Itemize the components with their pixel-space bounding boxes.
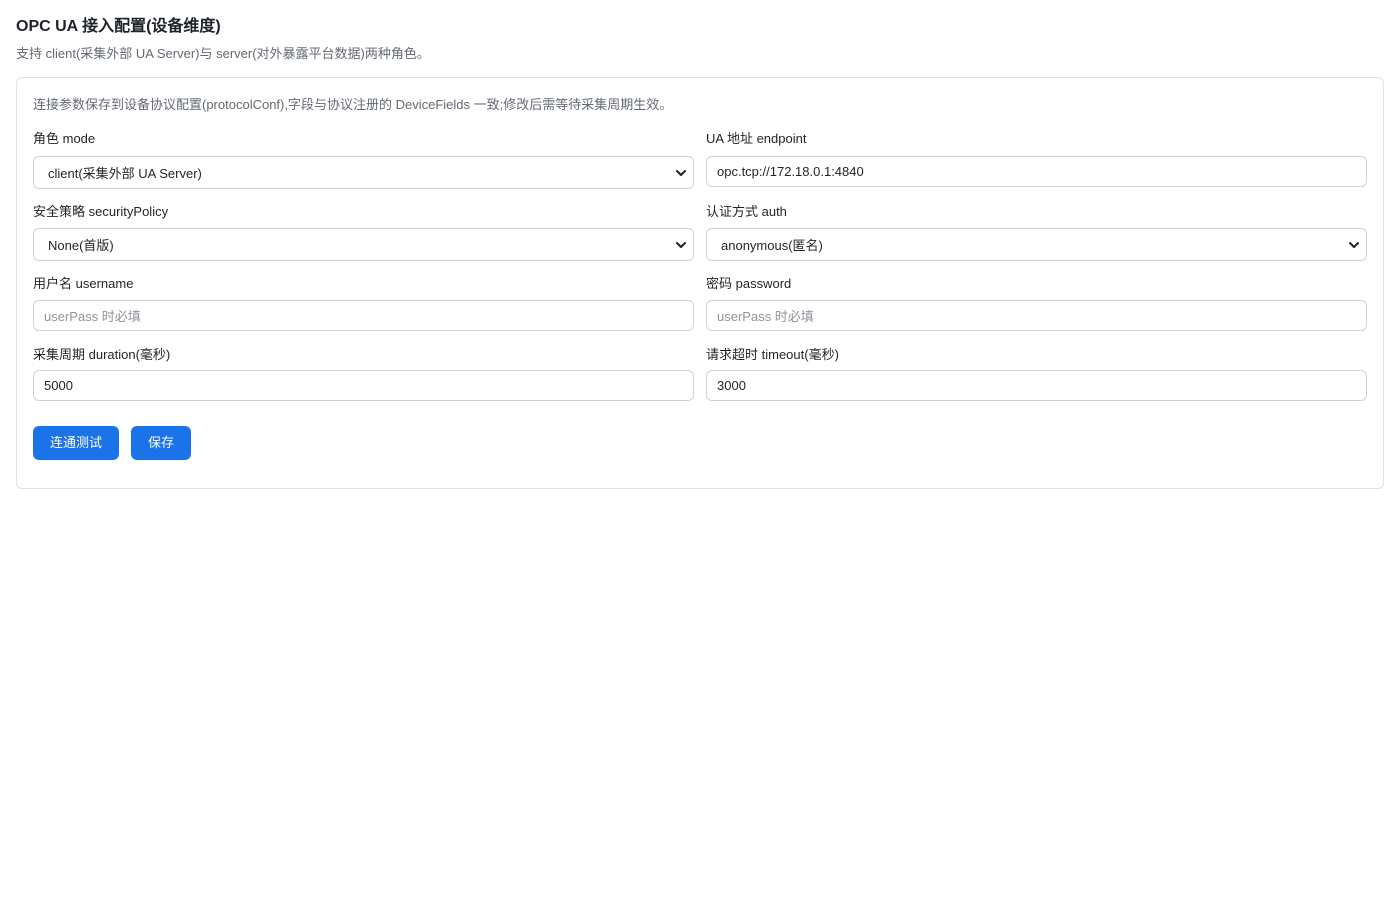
endpoint-label: UA 地址 endpoint [706,131,807,146]
auth-select[interactable]: anonymous(匿名) [706,228,1367,261]
auth-label: 认证方式 auth [706,204,787,219]
username-field: 用户名 username userPass 时必填 [33,275,694,331]
chevron-down-icon [1348,239,1360,251]
save-button[interactable]: 保存 [131,426,191,460]
auth-select-value: anonymous(匿名) [721,238,823,253]
security-policy-select[interactable]: None(首版) [33,228,694,261]
password-input[interactable]: userPass 时必填 [706,300,1367,331]
page-subtitle: 支持 client(采集外部 UA Server)与 server(对外暴露平台… [16,46,430,61]
endpoint-field: UA 地址 endpoint opc.tcp://172.18.0.1:4840 [706,130,1367,187]
duration-input[interactable]: 5000 [33,370,694,401]
auth-field: 认证方式 auth anonymous(匿名) [706,203,1367,261]
security-policy-select-value: None(首版) [48,238,114,253]
mode-label: 角色 mode [33,131,96,146]
config-hint: 连接参数保存到设备协议配置(protocolConf),字段与协议注册的 Dev… [33,97,673,112]
chevron-down-icon [675,167,687,179]
config-card: 连接参数保存到设备协议配置(protocolConf),字段与协议注册的 Dev… [16,77,1384,489]
security-policy-label: 安全策略 securityPolicy [33,204,169,219]
duration-field: 采集周期 duration(毫秒) 5000 [33,346,694,401]
timeout-field: 请求超时 timeout(毫秒) 3000 [706,346,1367,401]
endpoint-input[interactable]: opc.tcp://172.18.0.1:4840 [706,156,1367,187]
mode-field: 角色 mode client(采集外部 UA Server) [33,130,694,189]
password-field: 密码 password userPass 时必填 [706,275,1367,331]
duration-label: 采集周期 duration(毫秒) [33,347,171,362]
timeout-label: 请求超时 timeout(毫秒) [706,347,839,362]
chevron-down-icon [675,239,687,251]
security-policy-field: 安全策略 securityPolicy None(首版) [33,203,694,261]
mode-select-value: client(采集外部 UA Server) [48,166,202,181]
page-title: OPC UA 接入配置(设备维度) [16,18,221,35]
username-input[interactable]: userPass 时必填 [33,300,694,331]
connection-test-button[interactable]: 连通测试 [33,426,119,460]
mode-select[interactable]: client(采集外部 UA Server) [33,156,694,189]
password-label: 密码 password [706,276,792,291]
timeout-input[interactable]: 3000 [706,370,1367,401]
username-label: 用户名 username [33,276,134,291]
